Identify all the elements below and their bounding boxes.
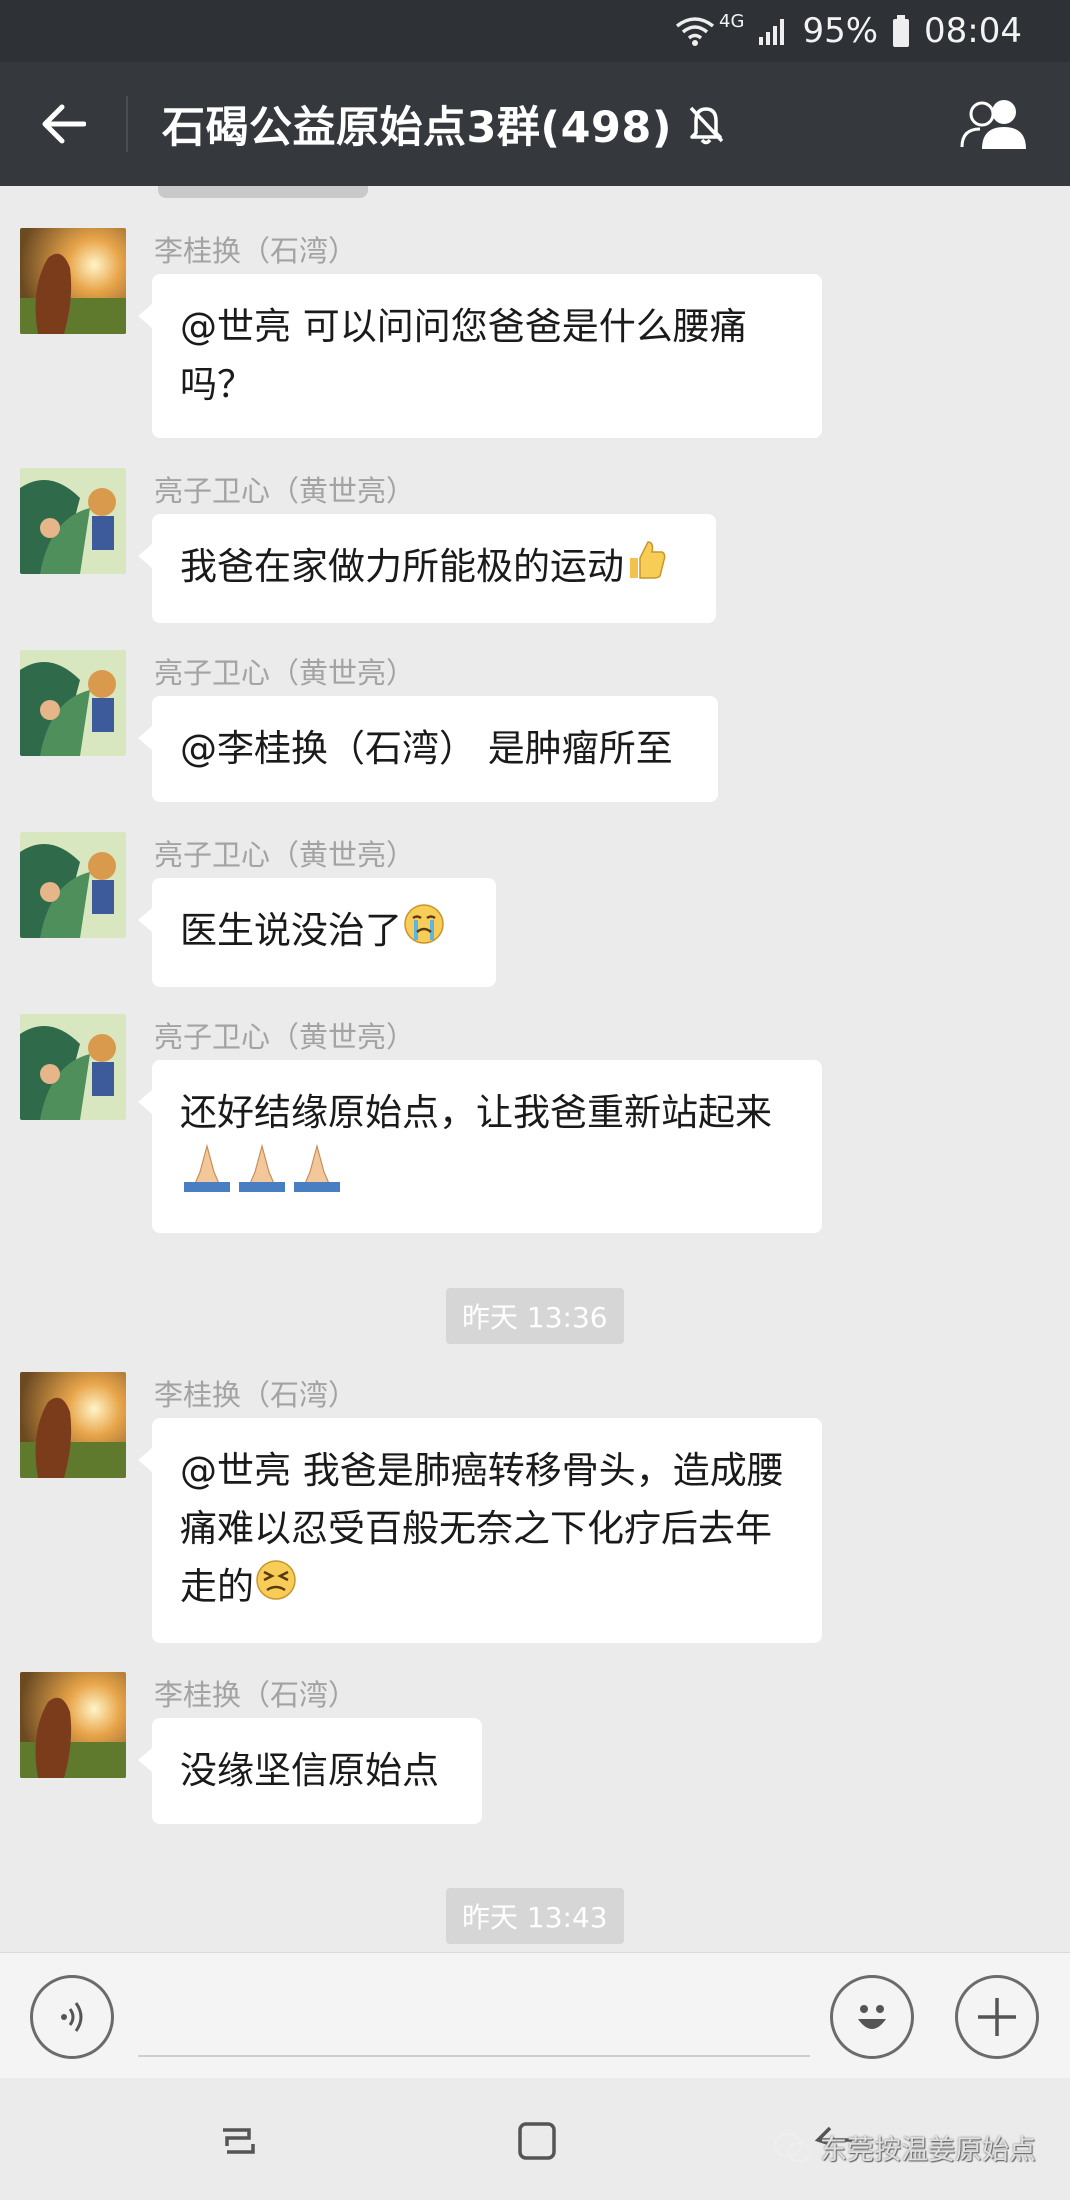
sender-name: 李桂换（石湾） [154, 1378, 358, 1412]
battery-icon [892, 15, 910, 47]
chat-title: 石碣公益原始点3群(498) [162, 103, 672, 153]
chat-input-bar [0, 1952, 1070, 2078]
message-bubble[interactable]: @世亮 可以问问您爸爸是什么腰痛吗？ [138, 274, 822, 438]
message-text: 医生说没治了 [180, 909, 402, 952]
avatar[interactable] [20, 468, 126, 574]
message-text: 我爸在家做力所能极的运动 [180, 545, 624, 588]
watermark: 东莞按温姜原始点 [774, 2128, 1036, 2167]
battery-percent: 95% [802, 11, 879, 51]
previous-message-stub [158, 186, 368, 198]
back-arrow-icon [42, 104, 86, 144]
plus-icon [978, 1998, 1016, 2036]
timestamp-label: 昨天 13:36 [446, 1288, 624, 1344]
timestamp-label: 昨天 13:43 [446, 1888, 624, 1944]
group-members-icon [960, 100, 1026, 149]
group-members-button[interactable] [950, 62, 1040, 186]
message-bubble[interactable]: 我爸在家做力所能极的运动 [138, 514, 716, 623]
message-text: @世亮 可以问问您爸爸是什么腰痛吗？ [180, 305, 747, 406]
message-bubble[interactable]: 还好结缘原始点，让我爸重新站起来 [138, 1060, 822, 1233]
avatar[interactable] [20, 832, 126, 938]
avatar[interactable] [20, 650, 126, 756]
message-bubble[interactable]: @世亮 我爸是肺癌转移骨头，造成腰痛难以忍受百般无奈之下化疗后去年走的 [138, 1418, 822, 1643]
message-text: 还好结缘原始点，让我爸重新站起来 [180, 1091, 772, 1134]
avatar[interactable] [20, 1014, 126, 1120]
chat-header: 石碣公益原始点3群(498) [0, 62, 1070, 186]
avatar[interactable] [20, 228, 126, 334]
recent-apps-button[interactable] [203, 2106, 273, 2176]
thumbs-up-emoji [624, 538, 668, 599]
persevering-face-emoji [254, 1558, 298, 1619]
message-input[interactable] [138, 1977, 810, 2057]
sender-name: 亮子卫心（黄世亮） [154, 656, 416, 690]
watermark-text: 东莞按温姜原始点 [820, 2135, 1036, 2166]
message-text: @李桂换（石湾） 是肿瘤所至 [180, 727, 673, 770]
sender-name: 李桂换（石湾） [154, 234, 358, 268]
mute-bell-icon [686, 103, 726, 145]
wechat-logo-icon [774, 2132, 812, 2162]
sender-name: 李桂换（石湾） [154, 1678, 358, 1712]
emoji-button[interactable] [830, 1975, 914, 2059]
emoji-icon [858, 2005, 886, 2029]
crying-face-emoji [402, 902, 446, 963]
avatar[interactable] [20, 1372, 126, 1478]
status-bar: 4G 95% 08:04 [0, 0, 1070, 62]
network-type: 4G [719, 10, 745, 32]
voice-button[interactable] [30, 1975, 114, 2059]
chat-message-list[interactable]: 李桂换（石湾） @世亮 可以问问您爸爸是什么腰痛吗？ 亮子卫心（黄世亮） 我爸在… [0, 186, 1070, 1952]
signal-icon [758, 17, 788, 45]
message-bubble[interactable]: 医生说没治了 [138, 878, 496, 987]
folded-hands-emoji [180, 1142, 344, 1209]
header-divider [126, 96, 128, 152]
message-text: 没缘坚信原始点 [180, 1749, 439, 1792]
avatar[interactable] [20, 1672, 126, 1778]
clock-time: 08:04 [924, 11, 1022, 51]
more-options-button[interactable] [955, 1975, 1039, 2059]
sender-name: 亮子卫心（黄世亮） [154, 838, 416, 872]
wifi-icon [675, 16, 715, 46]
sender-name: 亮子卫心（黄世亮） [154, 1020, 416, 1054]
sender-name: 亮子卫心（黄世亮） [154, 474, 416, 508]
home-icon [518, 2122, 556, 2160]
message-bubble[interactable]: 没缘坚信原始点 [138, 1718, 482, 1824]
home-button[interactable] [502, 2106, 572, 2176]
back-button[interactable] [0, 62, 126, 186]
voice-icon [61, 2002, 83, 2032]
message-bubble[interactable]: @李桂换（石湾） 是肿瘤所至 [138, 696, 718, 802]
recent-apps-icon [223, 2128, 255, 2154]
